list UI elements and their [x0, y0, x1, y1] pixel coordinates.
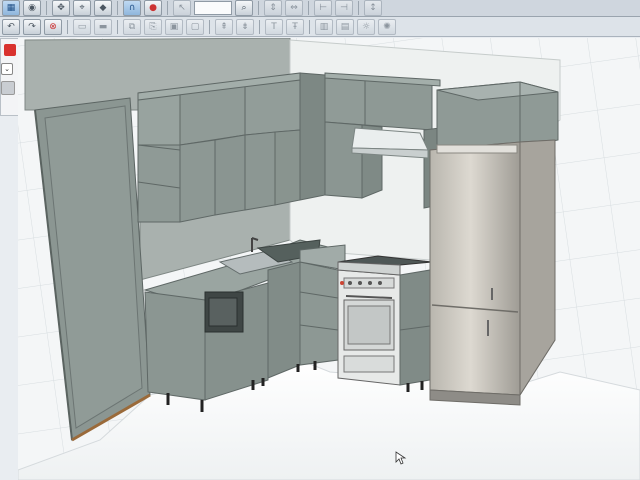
base-cabinet-corner [267, 261, 301, 379]
chevron-down-icon[interactable]: ⌄ [1, 63, 13, 75]
toolbar-separator [309, 19, 310, 34]
cabinet-icon[interactable]: ▥ [315, 18, 333, 35]
upper-corner-cabinet [299, 72, 326, 201]
snap-icon[interactable]: ⌖ [73, 0, 91, 16]
oven-knob-4[interactable] [378, 281, 382, 285]
main-toolbar: ▦ ◉ ✥ ⌖ ◆ ∩ ● ↖ ⌕ ⇕ ⇔ ⊢ ⊣ ↕ [0, 0, 640, 17]
zoom-icon[interactable]: ⌕ [235, 0, 253, 16]
arrange-icon[interactable]: ⇞ [215, 18, 233, 35]
stop-icon[interactable]: ⊗ [44, 18, 62, 35]
toolbar-separator [358, 1, 359, 15]
close-icon[interactable] [4, 44, 16, 56]
redo-icon[interactable]: ↷ [23, 18, 41, 35]
toolbar-separator [46, 1, 47, 15]
rotate-icon[interactable]: ◆ [94, 0, 112, 16]
arrange-icon-2[interactable]: ⇟ [236, 18, 254, 35]
align-icon[interactable]: ⇕ [264, 0, 282, 16]
light-icon[interactable]: ☼ [357, 18, 375, 35]
oven-indicator [340, 281, 344, 285]
record-icon[interactable]: ● [144, 0, 162, 16]
toolbar-separator [258, 1, 259, 15]
eye-icon[interactable]: ◉ [23, 0, 41, 16]
align-icon-2[interactable]: ⇔ [285, 0, 303, 16]
panel-toggle-button[interactable] [1, 81, 15, 95]
text-icon[interactable]: T [265, 18, 283, 35]
upper-cabinet-door-5 [244, 131, 276, 211]
light-icon-2[interactable]: ✺ [378, 18, 396, 35]
secondary-toolbar: ↶ ↷ ⊗ ▭ ▬ ⧉ ⎘ ▣ ▢ ⇞ ⇟ T Ŧ ▥ ▤ ☼ ✺ [0, 17, 640, 37]
upper-cabinet-right-2 [364, 77, 433, 131]
kitchen-render [18, 38, 640, 480]
dimension-icon[interactable]: ⊢ [314, 0, 332, 16]
magnet-icon[interactable]: ∩ [123, 0, 141, 16]
text-icon-2[interactable]: Ŧ [286, 18, 304, 35]
upper-cabinet-right-1 [324, 74, 366, 126]
oven-knob-3[interactable] [368, 281, 372, 285]
toolbar-separator [209, 19, 210, 34]
group-icon[interactable]: ▣ [165, 18, 183, 35]
base-cabinet-right-1 [299, 261, 339, 366]
toolbar-separator [67, 19, 68, 34]
toolbar-separator [117, 1, 118, 15]
cabinet-icon-2[interactable]: ▤ [336, 18, 354, 35]
oven-drawer [343, 355, 395, 373]
base-cabinet-left-1 [144, 291, 206, 401]
grid-icon[interactable]: ▦ [2, 0, 20, 16]
layer-icon-2[interactable]: ▬ [94, 18, 112, 35]
microwave-window [208, 297, 238, 327]
dimension-icon-2[interactable]: ⊣ [335, 0, 353, 16]
toolbar-separator [259, 19, 260, 34]
properties-panel: ⌄ [0, 38, 20, 116]
3d-viewport[interactable] [18, 38, 640, 480]
oven-knob-2[interactable] [358, 281, 362, 285]
cursor-icon[interactable]: ↖ [173, 0, 191, 16]
upper-cabinet-door-3 [214, 134, 246, 216]
layer-icon[interactable]: ▭ [73, 18, 91, 35]
zoom-field[interactable] [194, 1, 232, 15]
paste-icon[interactable]: ⎘ [144, 18, 162, 35]
upper-cabinet-door-2 [179, 139, 216, 223]
ungroup-icon[interactable]: ▢ [186, 18, 204, 35]
toolbar-separator [167, 1, 168, 15]
undo-icon[interactable]: ↶ [2, 18, 20, 35]
upper-cabinet-door-6 [274, 129, 301, 206]
oven-knob-1[interactable] [348, 281, 352, 285]
measure-icon[interactable]: ↕ [364, 0, 382, 16]
oven-window [347, 305, 391, 345]
copy-icon[interactable]: ⧉ [123, 18, 141, 35]
refrigerator-front [429, 141, 521, 396]
toolbar-separator [308, 1, 309, 15]
move-icon[interactable]: ✥ [52, 0, 70, 16]
toolbar-separator [117, 19, 118, 34]
fridge-top-strip [436, 144, 518, 154]
